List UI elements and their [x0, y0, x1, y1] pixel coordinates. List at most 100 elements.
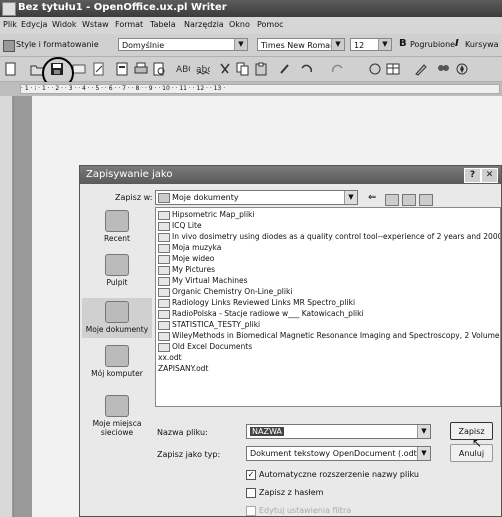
list-item[interactable]: My Virtual Machines	[156, 276, 500, 287]
folder-icon	[158, 331, 170, 341]
dialog-title: Zapisywanie jako	[86, 169, 173, 180]
print-icon[interactable]	[134, 62, 148, 76]
folder-icon	[158, 276, 170, 286]
font-size-select[interactable]: 12 ▼	[350, 38, 392, 51]
folder-icon	[158, 342, 170, 352]
list-item[interactable]: ICQ Lite	[156, 221, 500, 232]
list-item-label: My Virtual Machines	[172, 276, 248, 285]
paragraph-style-select[interactable]: Domyślnie ▼	[118, 38, 248, 51]
list-item[interactable]: Moje wideo	[156, 254, 500, 265]
place-recent-label: Recent	[104, 234, 130, 243]
list-item-label: Moje wideo	[172, 254, 215, 263]
menu-tabela[interactable]: Tabela	[150, 20, 176, 29]
menu-okno[interactable]: Okno	[229, 20, 250, 29]
paragraph-style-value: Domyślnie	[122, 41, 165, 50]
navigator-icon[interactable]	[455, 62, 469, 76]
bold-button[interactable]: Pogrubione	[410, 40, 455, 49]
back-icon[interactable]: ⇐	[368, 192, 376, 203]
paste-icon[interactable]	[254, 62, 268, 76]
vertical-ruler	[0, 96, 13, 517]
horizontal-ruler: · 1 · ⁝ · 1 · · 2 · · 3 · · 4 · · 5 · · …	[0, 82, 502, 97]
save-in-value: Moje dokumenty	[172, 193, 239, 202]
place-desktop[interactable]: Pulpit	[82, 254, 152, 287]
view-menu-icon[interactable]	[419, 194, 433, 206]
new-folder-icon[interactable]	[402, 194, 416, 206]
cut-icon[interactable]	[218, 62, 232, 76]
chevron-down-icon: ▼	[331, 39, 344, 50]
list-item[interactable]: WileyMethods in Biomedical Magnetic Reso…	[156, 331, 500, 342]
list-item[interactable]: Organic Chemistry On-Line_pliki	[156, 287, 500, 298]
menu-wstaw[interactable]: Wstaw	[82, 20, 109, 29]
list-item[interactable]: ZAPISANY.odt	[156, 364, 500, 375]
place-network-label: Moje miejsca sieciowe	[92, 419, 142, 437]
folder-icon	[158, 243, 170, 253]
page-preview-icon[interactable]	[152, 62, 166, 76]
file-list[interactable]: Hipsometric Map_pliki ICQ Lite In vivo dos…	[155, 207, 501, 407]
place-my-computer[interactable]: Mój komputer	[82, 345, 152, 378]
copy-icon[interactable]	[236, 62, 250, 76]
list-item-label: Old Excel Documents	[172, 342, 253, 351]
italic-button[interactable]: Kursywa	[465, 40, 499, 49]
edit-file-icon[interactable]	[92, 62, 106, 76]
close-button[interactable]: ✕	[481, 168, 498, 183]
list-item-label: Radiology Links Reviewed Links MR Spectr…	[172, 298, 356, 307]
list-item-label: Hipsometric Map_pliki	[172, 210, 255, 219]
auto-extension-checkbox[interactable]: ✓	[246, 470, 256, 480]
place-my-documents[interactable]: Moje dokumenty	[82, 298, 152, 338]
place-recent[interactable]: Recent	[82, 210, 152, 243]
filename-input[interactable]: NAZWA ▼	[246, 424, 431, 439]
italic-icon: I	[455, 38, 459, 49]
redo-icon[interactable]	[330, 62, 344, 76]
network-icon	[105, 395, 129, 417]
undo-icon[interactable]	[300, 62, 314, 76]
styles-formatting-button[interactable]: Style i formatowanie	[16, 40, 99, 49]
menu-pomoc[interactable]: Pomoc	[257, 20, 284, 29]
list-item[interactable]: STATISTICA_TESTY_pliki	[156, 320, 500, 331]
clone-format-icon[interactable]	[278, 62, 292, 76]
find-replace-icon[interactable]	[436, 62, 450, 76]
menu-format[interactable]: Format	[115, 20, 143, 29]
menu-widok[interactable]: Widok	[52, 20, 77, 29]
table-icon[interactable]	[386, 62, 400, 76]
list-item-label: RadioPolska - Stacje radiowe w___ Katowi…	[172, 309, 364, 318]
save-in-label: Zapisz w:	[115, 193, 153, 202]
save-in-select[interactable]: Moje dokumenty ▼	[155, 190, 358, 205]
show-draw-functions-icon[interactable]	[414, 62, 428, 76]
menu-plik[interactable]: Plik	[3, 20, 17, 29]
export-pdf-icon[interactable]	[115, 62, 129, 76]
list-item[interactable]: RadioPolska - Stacje radiowe w___ Katowi…	[156, 309, 500, 320]
place-my-computer-label: Mój komputer	[91, 369, 143, 378]
folder-icon	[158, 265, 170, 275]
menu-bar: Plik Edycja Widok Wstaw Format Tabela Na…	[0, 17, 502, 34]
list-item[interactable]: Moja muzyka	[156, 243, 500, 254]
list-item-label: xx.odt	[158, 353, 182, 362]
password-checkbox[interactable]	[246, 488, 256, 498]
list-item[interactable]: xx.odt	[156, 353, 500, 364]
my-documents-icon	[105, 301, 129, 323]
app-icon	[2, 2, 16, 16]
list-item[interactable]: Radiology Links Reviewed Links MR Spectr…	[156, 298, 500, 309]
filetype-select[interactable]: Dokument tekstowy OpenDocument (.odt) ▼	[246, 446, 431, 461]
autospellcheck-icon[interactable]: abc	[196, 62, 210, 76]
list-item-label: ZAPISANY.odt	[158, 364, 209, 373]
places-bar: Recent Pulpit Moje dokumenty Mój kompute…	[82, 210, 152, 437]
list-item[interactable]: Old Excel Documents	[156, 342, 500, 353]
place-network[interactable]: Moje miejsca sieciowe	[85, 395, 149, 437]
up-folder-icon[interactable]	[385, 194, 399, 206]
hyperlink-icon[interactable]	[368, 62, 382, 76]
list-item-label: Moja muzyka	[172, 243, 222, 252]
list-item-label: In vivo dosimetry using diodes as a qual…	[172, 232, 501, 241]
help-button[interactable]: ?	[464, 168, 481, 183]
list-item[interactable]: Hipsometric Map_pliki	[156, 210, 500, 221]
menu-narzedzia[interactable]: Narzędzia	[184, 20, 224, 29]
list-item[interactable]: In vivo dosimetry using diodes as a qual…	[156, 232, 500, 243]
chevron-down-icon: ▼	[234, 39, 247, 50]
menu-edycja[interactable]: Edycja	[21, 20, 47, 29]
list-item[interactable]: My Pictures	[156, 265, 500, 276]
save-as-dialog: Zapisywanie jako ? ✕ Zapisz w: Moje doku…	[79, 165, 502, 517]
spellcheck-icon[interactable]: ABC	[176, 62, 190, 76]
email-icon[interactable]	[72, 62, 86, 76]
password-label: Zapisz z hasłem	[259, 488, 324, 497]
font-name-select[interactable]: Times New Roman ▼	[257, 38, 345, 51]
new-document-icon[interactable]	[4, 62, 18, 76]
